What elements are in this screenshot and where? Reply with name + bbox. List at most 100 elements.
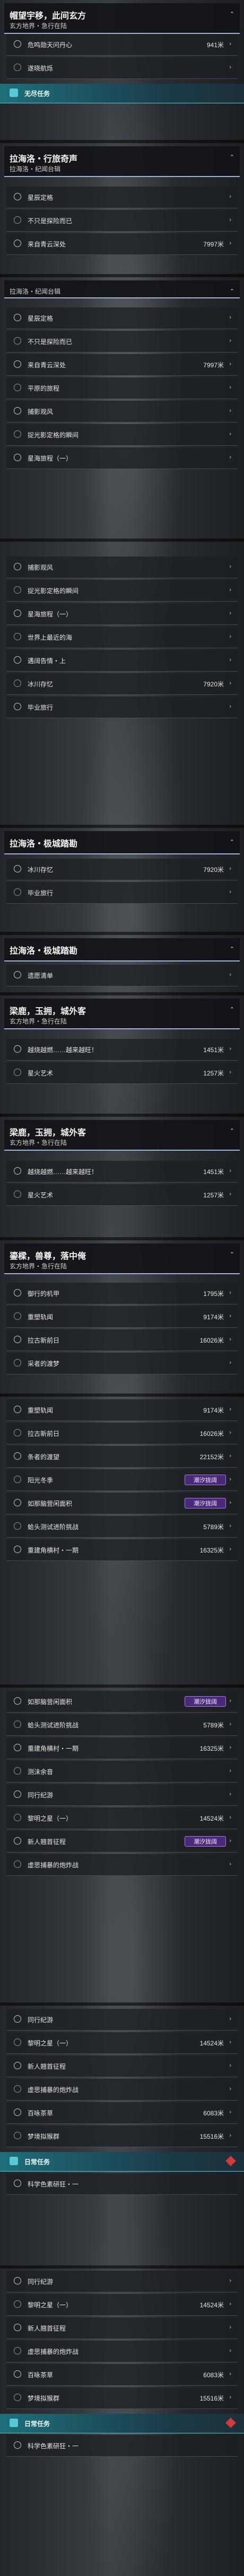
quest-row[interactable]: 来自青云深处 7997米 › <box>6 233 238 255</box>
quest-distance: 9174米 <box>203 1313 224 1321</box>
quest-category-tab[interactable]: 无尽任务 <box>0 84 244 103</box>
section-header[interactable]: 帽望宇移，此间玄方 玄方地界・急行在陆 ⌃ <box>4 3 240 34</box>
quest-row[interactable]: 重塑轨闻 9174米 › <box>6 1306 238 1328</box>
collapse-chevron-icon[interactable]: ⌃ <box>230 11 234 17</box>
quest-row[interactable]: 星海旅程（一） › <box>6 447 238 469</box>
quest-row[interactable]: 科学色素研狂・一 <box>6 2435 238 2457</box>
quest-row[interactable]: 如那脑营闲面积 潮汐拢阔 › <box>6 1691 238 1713</box>
collapse-chevron-icon[interactable]: ⌃ <box>230 1006 234 1013</box>
quest-row[interactable]: 来自青云深处 7997米 › <box>6 354 238 376</box>
quest-row[interactable]: 星海旅程（一） › <box>6 603 238 625</box>
quest-row[interactable]: 梦境拟猴群 15516米 › <box>6 2125 238 2147</box>
quest-name: 毕业旅行 <box>28 889 54 897</box>
section-header[interactable]: 梁鹿，玉拥，城外客 玄方地界・急行在陆 ⌃ <box>4 999 240 1029</box>
quest-row[interactable]: 毕业旅行 › <box>6 882 238 904</box>
track-marker-icon: › <box>229 1360 231 1366</box>
quest-row[interactable]: 捉光影定格的瞬间 › <box>6 580 238 602</box>
track-marker-icon: › <box>229 1768 231 1774</box>
track-marker-icon: › <box>229 1168 231 1174</box>
quest-row[interactable]: 重建角横村・一期 16325米 › <box>6 1737 238 1759</box>
quest-row[interactable]: 星辰定格 › <box>6 187 238 208</box>
quest-distance: 7997米 <box>203 361 224 369</box>
quest-row[interactable]: 梦境拟猴群 15516米 › <box>6 2387 238 2409</box>
quest-row[interactable]: 新人翘首征程 › <box>6 2055 238 2077</box>
quest-row[interactable]: 御行的机甲 1795米 › <box>6 1283 238 1304</box>
quest-row[interactable]: 条者的渡望 22152米 › <box>6 1446 238 1468</box>
quest-row[interactable]: 毕业旅行 › <box>6 696 238 718</box>
quest-row[interactable]: 虚思捕暴的炮炸战 › <box>6 2341 238 2362</box>
quest-name: 黎明之星（一） <box>28 2301 73 2309</box>
quest-category-tab[interactable]: 日常任务 <box>0 2152 244 2172</box>
quest-name: 虚思捕暴的炮炸战 <box>28 2086 79 2094</box>
collapse-chevron-icon[interactable]: ⌃ <box>230 1127 234 1134</box>
collapse-chevron-icon[interactable]: ⌃ <box>230 946 234 952</box>
alert-diamond-icon <box>225 2156 236 2166</box>
quest-row[interactable]: 新人翘首征程 › <box>6 2317 238 2339</box>
section-header[interactable]: 鎏樑，兽尊，落中俺 玄方地界・急行在陆 ⌃ <box>4 1243 240 1274</box>
quest-row[interactable]: 遂晓航烁 › <box>6 57 238 79</box>
quest-row[interactable]: 遗愿清单 › <box>6 965 238 986</box>
track-marker-icon: › <box>229 1744 231 1751</box>
quest-row[interactable]: 捕影观风 › <box>6 557 238 578</box>
quest-row[interactable]: 科学色素研狂・一 <box>6 2173 238 2195</box>
quest-name: 虚思捕暴的炮炸战 <box>28 1862 79 1869</box>
quest-row[interactable]: 蛤头测试进阶挑战 5789米 › <box>6 1516 238 1538</box>
quest-row[interactable]: 重建角横村・一期 16325米 › <box>6 1539 238 1561</box>
collapse-chevron-icon[interactable]: ⌃ <box>230 839 234 845</box>
collapse-chevron-icon[interactable]: ⌃ <box>230 288 234 295</box>
quest-row[interactable]: 同行纪游 › <box>6 1784 238 1806</box>
quest-row[interactable]: 世界上最近的海 › <box>6 627 238 648</box>
quest-row[interactable]: 同行纪游 › <box>6 2009 238 2031</box>
quest-row[interactable]: 蛤头测试进阶挑战 5789米 › <box>6 1714 238 1736</box>
quest-row[interactable]: 拉古新前日 16026米 › <box>6 1423 238 1444</box>
quest-row[interactable]: 星火艺术 1257米 › <box>6 1184 238 1206</box>
quest-row[interactable]: 平原的旅程 › <box>6 377 238 399</box>
section-header[interactable]: 梁鹿，玉拥，城外客 玄方地界・急行在陆 ⌃ <box>4 1120 240 1151</box>
quest-row[interactable]: 同行纪游 › <box>6 2271 238 2292</box>
section-divider <box>0 140 244 143</box>
quest-row[interactable]: 捉光影定格的瞬间 › <box>6 424 238 446</box>
quest-row[interactable]: 阳光冬季 潮汐拢阔 › <box>6 1469 238 1491</box>
quest-row[interactable]: 百咏茶草 6083米 › <box>6 2102 238 2124</box>
collapse-chevron-icon[interactable]: ⌃ <box>230 1251 234 1258</box>
quest-row[interactable]: 黎明之星（一） 14524米 › <box>6 2294 238 2316</box>
quest-row[interactable]: 越烧越燃……越来越旺！ 1451米 › <box>6 1161 238 1183</box>
quest-row[interactable]: 冰川存忆 7920米 › <box>6 859 238 880</box>
quest-row[interactable]: 采者的渡梦 › <box>6 1353 238 1374</box>
quest-row[interactable]: 遇阔告情・上 › <box>6 650 238 672</box>
quest-row[interactable]: 拉古新前日 16026米 › <box>6 1329 238 1351</box>
quest-status-icon <box>14 1860 21 1868</box>
quest-row[interactable]: 如那脑营闲面积 潮汐拢阔 › <box>6 1493 238 1514</box>
quest-status-icon <box>14 1429 21 1436</box>
quest-category-tab[interactable]: 日常任务 <box>0 2414 244 2433</box>
quest-row[interactable]: 黎明之星（一） 14524米 › <box>6 2032 238 2054</box>
section-header[interactable]: 拉海洛・极城踏勘 ⌃ <box>4 831 240 854</box>
section-header[interactable]: 拉海洛・行旅奇声 拉海洛・纪闻台辑 ⌃ <box>4 146 240 177</box>
quest-row[interactable]: 百咏茶草 6083米 › <box>6 2364 238 2386</box>
quest-name: 冰川存忆 <box>28 681 54 688</box>
quest-row[interactable]: 黎明之星（一） 14524米 › <box>6 1807 238 1829</box>
quest-row[interactable]: 不只是探险而已 › <box>6 210 238 232</box>
quest-row[interactable]: 测沫余音 › <box>6 1761 238 1783</box>
quest-row[interactable]: 新人翘首征程 潮汐拢阔 › <box>6 1831 238 1852</box>
quest-row[interactable]: 捕影观风 › <box>6 401 238 422</box>
quest-row[interactable]: 越烧越燃……越来越旺！ 1451米 › <box>6 1039 238 1061</box>
quest-row[interactable]: 虚思捕暴的炮炸战 › <box>6 2079 238 2101</box>
section-header[interactable]: 拉海洛・极城踏勘 ⌃ <box>4 938 240 961</box>
quest-row[interactable]: 危鸣勋天问丹心 941米 › <box>6 34 238 56</box>
quest-row[interactable]: 不只是探险而已 › <box>6 331 238 352</box>
quest-row[interactable]: 星火艺术 1257米 › <box>6 1062 238 1084</box>
quest-row[interactable]: 冰川存忆 7920米 › <box>6 673 238 695</box>
quest-row[interactable]: 星辰定格 › <box>6 307 238 329</box>
quest-status-icon <box>14 2394 21 2401</box>
section-header[interactable]: 拉海洛・纪闻台辑 ⌃ <box>4 280 240 298</box>
quest-status-icon <box>14 337 21 345</box>
section-divider <box>0 274 244 277</box>
quest-row[interactable]: 虚思捕暴的炮炸战 › <box>6 1854 238 1876</box>
collapse-chevron-icon[interactable]: ⌃ <box>230 154 234 161</box>
quest-status-icon <box>14 1289 21 1296</box>
section-title: 帽望宇移，此间玄方 <box>10 12 86 21</box>
track-marker-icon: › <box>229 563 231 570</box>
quest-row[interactable]: 重塑轨闻 9174米 › <box>6 1399 238 1421</box>
quest-distance: 1257米 <box>203 1192 224 1199</box>
